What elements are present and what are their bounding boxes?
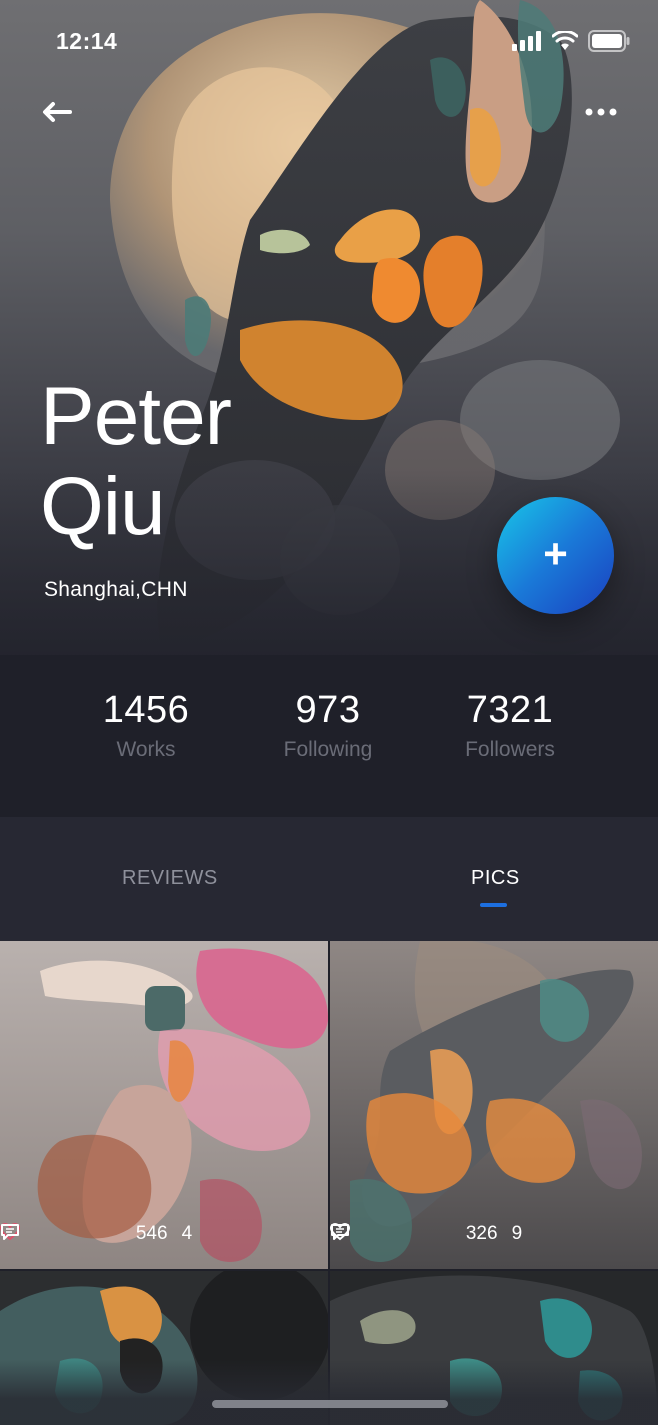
comment-count: 9 [511, 1223, 523, 1244]
profile-stats: 1456 Works 973 Following 7321 Followers [0, 655, 658, 817]
profile-last-name: Qiu [40, 461, 166, 552]
comment-icon [1, 1224, 19, 1240]
tab-reviews[interactable]: REVIEWS [122, 867, 218, 890]
more-options-icon[interactable] [584, 100, 618, 124]
post-meta: 326 9 [330, 1223, 658, 1245]
stat-works-label: Works [116, 738, 176, 761]
stat-works[interactable]: 1456 Works [56, 689, 236, 762]
status-icons [512, 30, 630, 52]
stat-following-label: Following [283, 738, 373, 761]
profile-location: Shanghai,CHN [44, 578, 188, 601]
stat-following[interactable]: 973 Following [238, 689, 418, 762]
stat-works-value: 1456 [102, 689, 190, 731]
comment-icon [331, 1224, 349, 1240]
stat-following-value: 973 [295, 689, 361, 731]
post-tile[interactable]: 546 4 [0, 941, 328, 1269]
profile-hero: 12:14 Peter Qiu Shanghai,CHN + [0, 0, 658, 660]
home-indicator[interactable] [212, 1400, 448, 1408]
back-arrow-icon[interactable] [40, 98, 72, 126]
post-tile[interactable]: 326 9 [330, 941, 658, 1269]
like-count: 326 [465, 1223, 498, 1244]
wifi-icon [552, 31, 578, 50]
comments[interactable]: 4 [1, 1223, 193, 1245]
comments[interactable]: 9 [331, 1223, 523, 1245]
battery-icon [588, 30, 630, 52]
status-time: 12:14 [56, 28, 118, 54]
like-count: 546 [135, 1223, 168, 1244]
pics-grid: 546 4 326 9 [0, 941, 658, 1425]
status-bar: 12:14 [0, 0, 658, 80]
active-tab-indicator [480, 903, 507, 907]
likes[interactable]: 326 [330, 1223, 498, 1245]
follow-button[interactable]: + [497, 497, 614, 614]
stat-followers[interactable]: 7321 Followers [420, 689, 600, 762]
comment-count: 4 [181, 1223, 193, 1244]
tab-pics[interactable]: PICS [471, 867, 520, 890]
post-image [330, 941, 658, 1269]
profile-first-name: Peter [40, 371, 232, 462]
stat-followers-value: 7321 [466, 689, 554, 731]
post-image [0, 941, 328, 1269]
likes[interactable]: 546 [0, 1223, 168, 1245]
stat-followers-label: Followers [465, 738, 555, 761]
bottom-fade [0, 1360, 658, 1425]
post-meta: 546 4 [0, 1223, 328, 1245]
profile-name: Peter Qiu [40, 371, 232, 552]
plus-icon: + [543, 530, 568, 577]
signal-icon [512, 31, 541, 51]
content-tabs: REVIEWS PICS [0, 817, 658, 941]
